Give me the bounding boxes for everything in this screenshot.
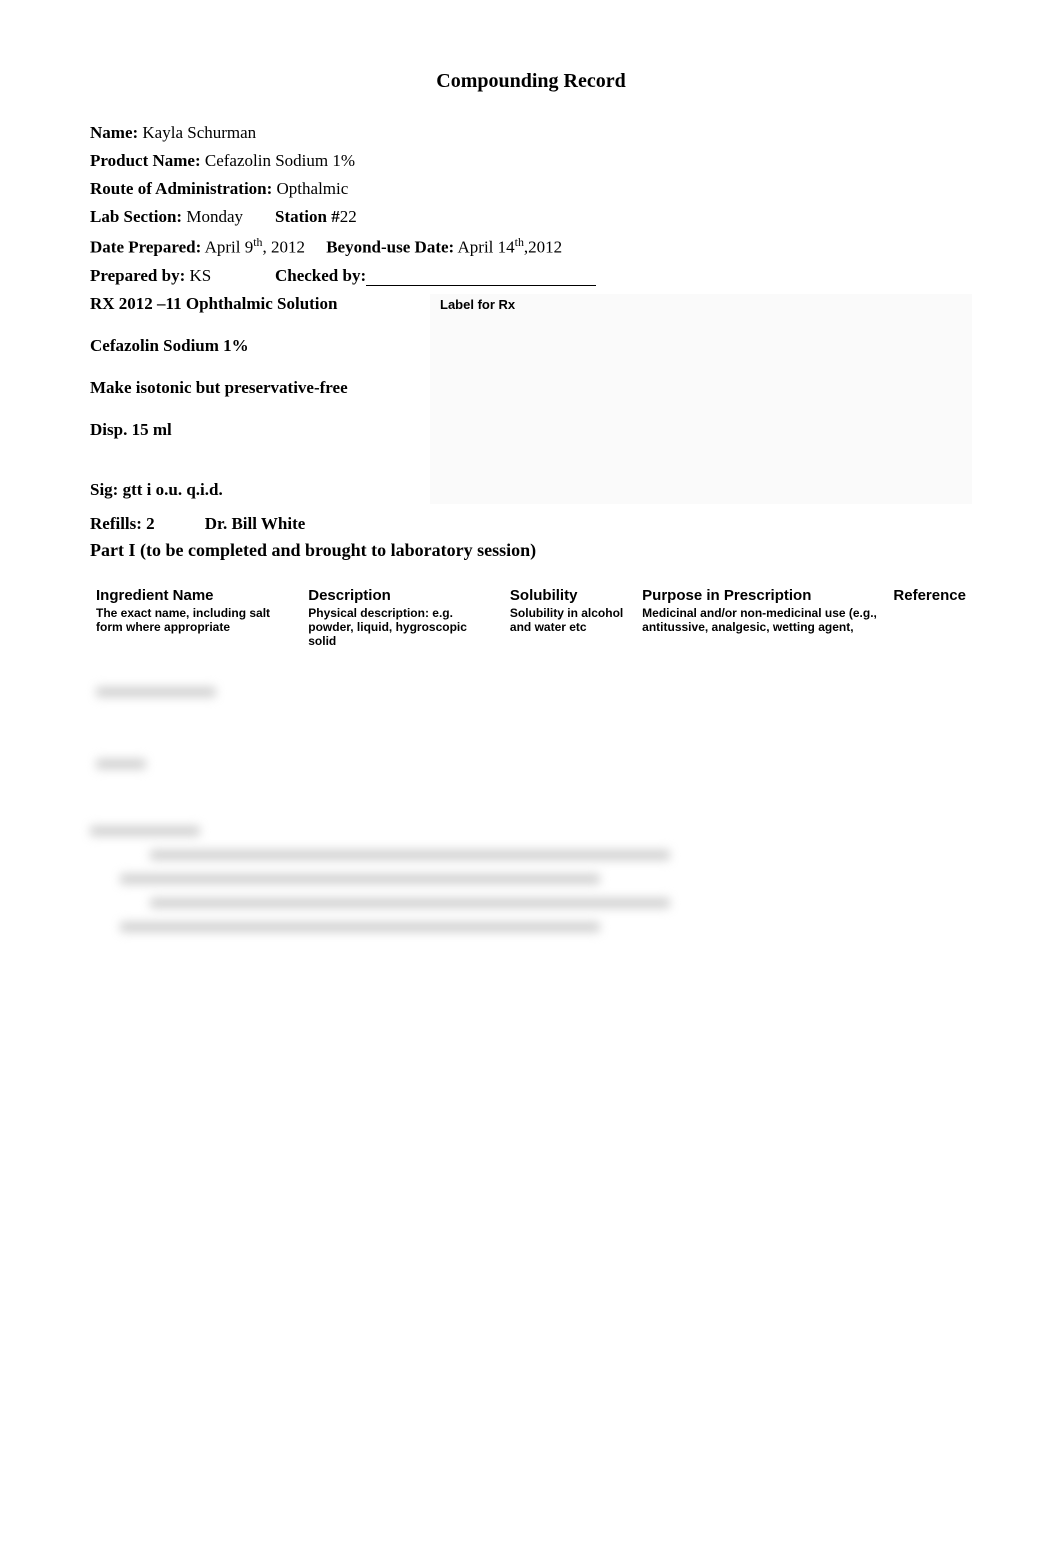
th-reference: Reference	[887, 579, 972, 656]
lab-section-label: Lab Section:	[90, 207, 182, 226]
th-description: Description Physical description: e.g. p…	[302, 579, 504, 656]
date-prepared-year: , 2012	[262, 238, 305, 257]
checked-by-label: Checked by:	[275, 266, 366, 286]
rx-label-title: Label for Rx	[440, 297, 515, 312]
rx-block: RX 2012 –11 Ophthalmic Solution Cefazoli…	[90, 294, 972, 504]
route-label: Route of Administration:	[90, 179, 272, 198]
name-value: Kayla Schurman	[142, 123, 256, 142]
refills-row: Refills: 2 Dr. Bill White	[90, 514, 972, 534]
table-row	[90, 656, 972, 728]
refills-label: Refills: 2	[90, 514, 155, 534]
prepared-by-line: Prepared by: KS Checked by:	[90, 266, 972, 286]
th-description-sub: Physical description: e.g. powder, liqui…	[308, 606, 498, 648]
th-ingredient-sub: The exact name, including salt form wher…	[96, 606, 296, 634]
doctor-name: Dr. Bill White	[205, 514, 306, 534]
product-name-line: Product Name: Cefazolin Sodium 1%	[90, 151, 972, 171]
date-prepared-value: April 9	[205, 238, 254, 257]
rx-left-column: RX 2012 –11 Ophthalmic Solution Cefazoli…	[90, 294, 410, 504]
date-prepared-label: Date Prepared:	[90, 238, 201, 257]
station-label: Station #	[275, 207, 340, 226]
rx-ingredient: Cefazolin Sodium 1%	[90, 336, 249, 355]
name-label: Name:	[90, 123, 138, 142]
rx-label-area: Label for Rx	[430, 294, 972, 504]
rx-number: RX 2012 –11 Ophthalmic Solution	[90, 294, 338, 313]
th-ingredient-title: Ingredient Name	[96, 587, 214, 604]
prepared-by-label: Prepared by:	[90, 266, 185, 286]
rx-disp: Disp. 15 ml	[90, 420, 172, 439]
lab-section-value: Monday	[186, 207, 243, 226]
th-solubility: Solubility Solubility in alcohol and wat…	[504, 579, 636, 656]
page-title: Compounding Record	[90, 70, 972, 93]
route-value: Opthalmic	[277, 179, 349, 198]
station-value: 22	[340, 207, 357, 226]
product-value: Cefazolin Sodium 1%	[205, 151, 355, 170]
th-reference-title: Reference	[893, 587, 966, 604]
prepared-by-value: KS	[189, 266, 211, 286]
references-block	[90, 820, 972, 940]
rx-sig: Sig: gtt i o.u. q.i.d.	[90, 480, 223, 499]
th-purpose-title: Purpose in Prescription	[642, 587, 811, 604]
date-prepared-line: Date Prepared: April 9 th , 2012 Beyond-us…	[90, 235, 972, 258]
product-label: Product Name:	[90, 151, 201, 170]
name-line: Name: Kayla Schurman	[90, 123, 972, 143]
th-solubility-sub: Solubility in alcohol and water etc	[510, 606, 630, 634]
table-row	[90, 728, 972, 800]
ingredients-table: Ingredient Name The exact name, includin…	[90, 579, 972, 800]
beyond-use-value: April 14	[458, 238, 515, 257]
checked-by-blank	[366, 268, 596, 286]
route-line: Route of Administration: Opthalmic	[90, 179, 972, 199]
beyond-use-sup: th	[515, 235, 524, 249]
beyond-use-label: Beyond-use Date:	[326, 238, 454, 257]
th-ingredient: Ingredient Name The exact name, includin…	[90, 579, 302, 656]
th-purpose: Purpose in Prescription Medicinal and/or…	[636, 579, 887, 656]
beyond-use-year: ,2012	[524, 238, 562, 257]
th-solubility-title: Solubility	[510, 587, 578, 604]
rx-instruction: Make isotonic but preservative-free	[90, 378, 348, 397]
th-description-title: Description	[308, 587, 391, 604]
lab-section-line: Lab Section: Monday Station #22	[90, 207, 972, 227]
part1-heading: Part I (to be completed and brought to l…	[90, 540, 972, 561]
th-purpose-sub: Medicinal and/or non-medicinal use (e.g.…	[642, 606, 881, 634]
